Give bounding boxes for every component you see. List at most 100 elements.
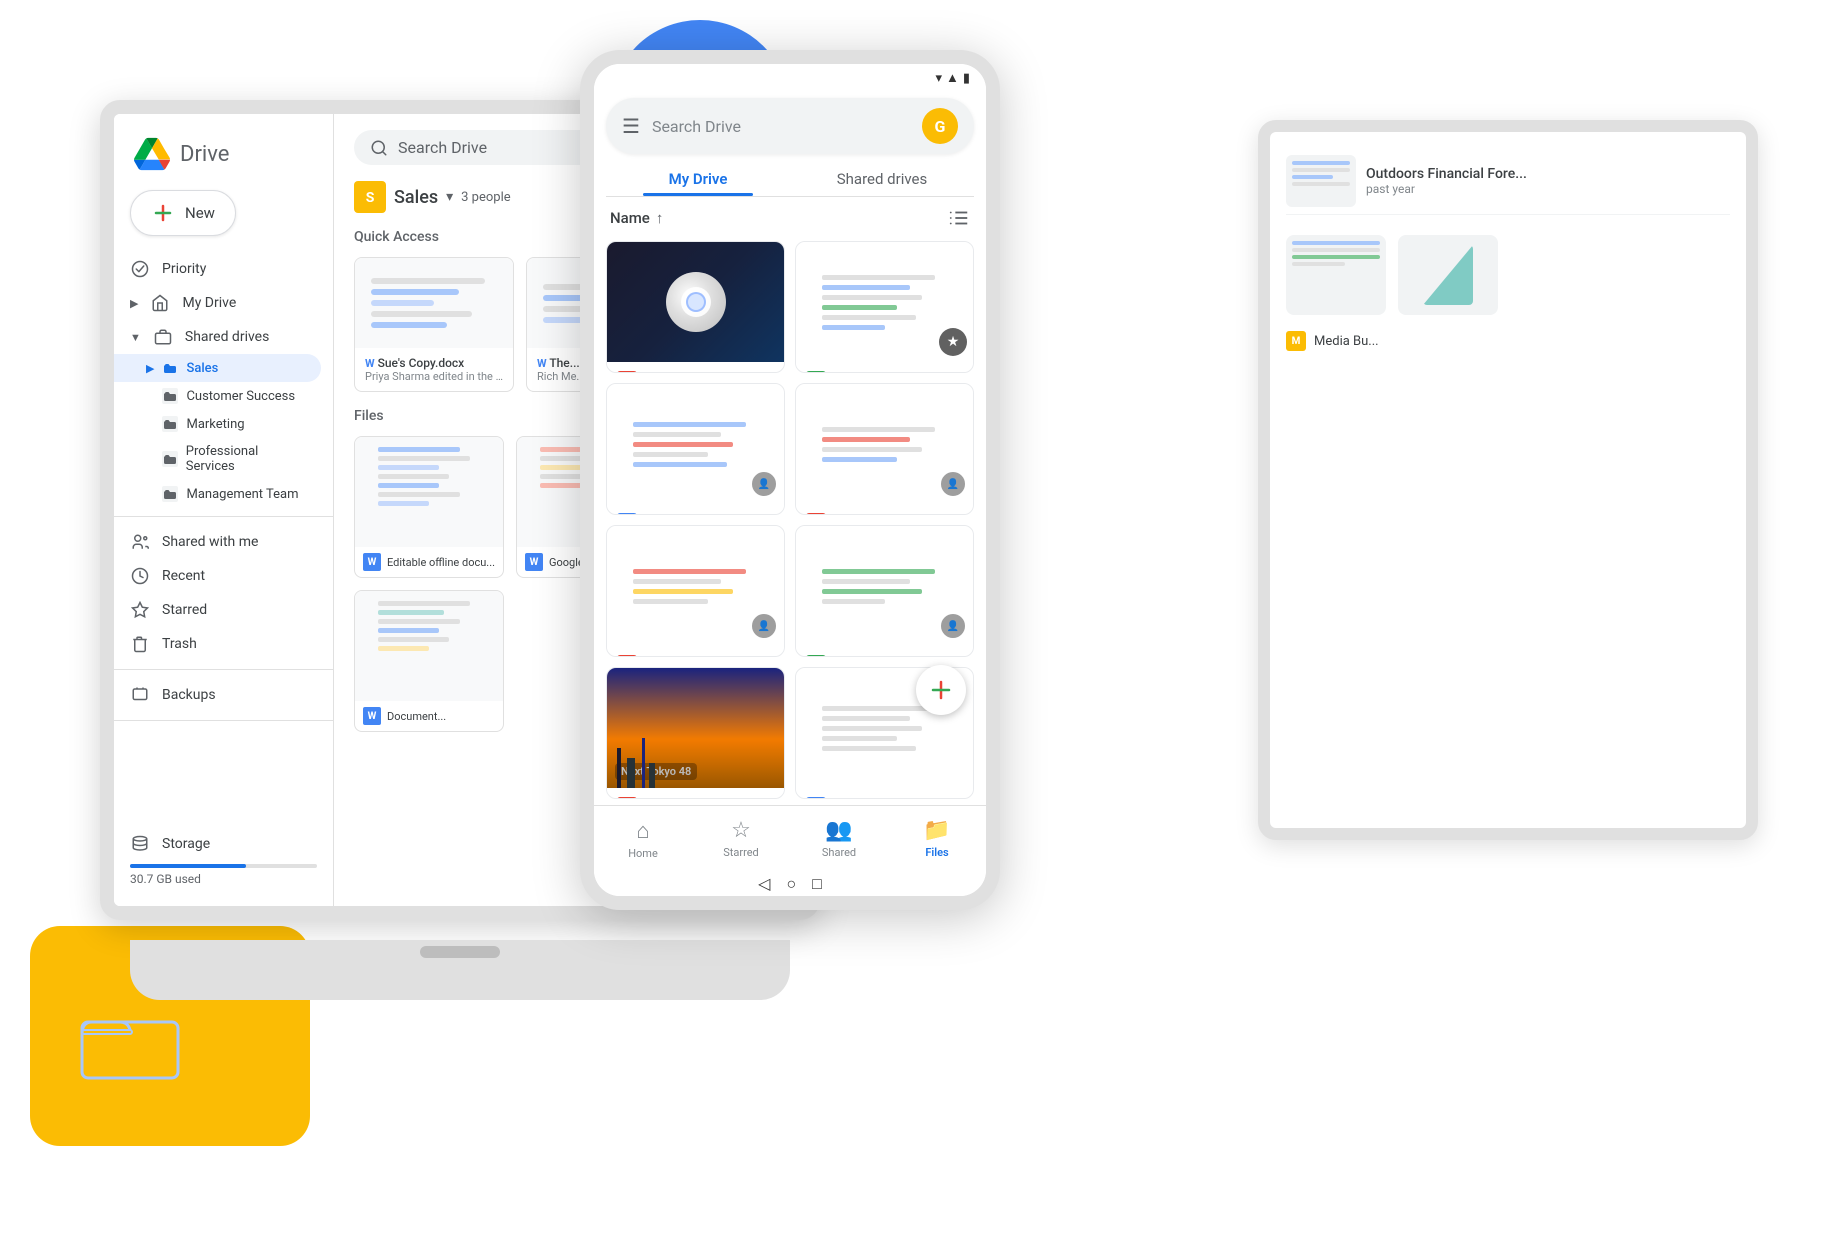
ppt-file-icon: P bbox=[617, 655, 637, 658]
nav-home[interactable]: ⌂ Home bbox=[594, 814, 692, 864]
shared-with-me-icon bbox=[130, 532, 150, 552]
sales-folder-icon bbox=[162, 360, 178, 376]
task-file-icon: W bbox=[617, 513, 637, 516]
mydoc-avatar-badge: 👤 bbox=[750, 612, 778, 640]
priority-icon bbox=[130, 259, 150, 279]
right-panel: Outdoors Financial Fore... past year bbox=[1258, 120, 1758, 840]
phone-file-card-astronaut[interactable]: ▶ astronaut.jpg ⋮ bbox=[606, 241, 785, 373]
hamburger-icon[interactable]: ☰ bbox=[622, 114, 640, 138]
sidebar-item-trash[interactable]: Trash bbox=[114, 627, 321, 661]
trash-label: Trash bbox=[162, 636, 197, 652]
qa-card-1-meta: Priya Sharma edited in the past year bbox=[365, 370, 503, 383]
rp-info-1: Outdoors Financial Fore... past year bbox=[1366, 166, 1730, 196]
new-button[interactable]: New bbox=[130, 190, 236, 236]
sidebar-item-sales[interactable]: ▶ Sales bbox=[114, 354, 321, 382]
storage-item[interactable]: Storage bbox=[130, 830, 305, 858]
task-more-icon[interactable]: ⋮ bbox=[756, 512, 774, 515]
nav-files[interactable]: 📁 Files bbox=[888, 814, 986, 864]
mydrive-icon bbox=[150, 293, 170, 313]
astronaut-more-icon[interactable]: ⋮ bbox=[756, 370, 774, 373]
major-more-icon[interactable]: ⋮ bbox=[945, 512, 963, 515]
image-file-icon: ▶ bbox=[617, 371, 637, 374]
file-icon-doc-3: W bbox=[363, 707, 381, 725]
back-button[interactable]: ◁ bbox=[758, 874, 770, 894]
mydoc-more-icon[interactable]: ⋮ bbox=[756, 654, 774, 657]
files-nav-icon: 📁 bbox=[923, 818, 950, 843]
fab-button[interactable] bbox=[916, 665, 966, 715]
rp-media-bu-row: M Media Bu... bbox=[1286, 331, 1730, 351]
phone-bottom-nav: ⌂ Home ☆ Starred 👥 Shared 📁 Files bbox=[594, 805, 986, 868]
sidebar-item-management-team[interactable]: ▶ Management Team bbox=[114, 480, 321, 508]
storage-icon bbox=[130, 834, 150, 854]
backups-label: Backups bbox=[162, 687, 216, 703]
file-name-1: Editable offline docu... bbox=[387, 556, 495, 569]
shared-drives-label: Shared drives bbox=[185, 329, 269, 345]
tab-shared-drives[interactable]: Shared drives bbox=[790, 160, 974, 196]
rp-card-2[interactable] bbox=[1398, 235, 1498, 315]
name-bar: Name ↑ bbox=[594, 197, 986, 235]
nav-shared[interactable]: 👥 Shared bbox=[790, 814, 888, 864]
tokyo-file-icon: ▶ bbox=[617, 797, 637, 800]
sidebar: Drive New Priority ▶ bbox=[114, 114, 334, 906]
media-bu-icon: M bbox=[1286, 331, 1306, 351]
qa-card-1[interactable]: W Sue's Copy.docx Priya Sharma edited in… bbox=[354, 257, 514, 392]
gantt-card-info: + Gantt chart ⋮ bbox=[796, 362, 973, 373]
sidebar-item-professional-services[interactable]: ▶ Professional Services bbox=[114, 438, 321, 480]
sidebar-item-marketing[interactable]: ▶ Marketing bbox=[114, 410, 321, 438]
customer-success-folder-icon bbox=[162, 388, 178, 404]
tokyo-thumb: Next Tokyo 48 bbox=[607, 668, 784, 788]
gantt-more-icon[interactable]: ⋮ bbox=[945, 370, 963, 373]
sidebar-item-shared-with-me[interactable]: Shared with me bbox=[114, 525, 321, 559]
file-card-1[interactable]: W Editable offline docu... bbox=[354, 436, 504, 578]
task-card-info: W Task details ⋮ bbox=[607, 504, 784, 515]
gantt-file-icon: + bbox=[806, 371, 826, 374]
name-sort[interactable]: Name ↑ bbox=[610, 209, 663, 227]
new-plus-icon bbox=[151, 201, 175, 225]
sidebar-item-starred[interactable]: Starred bbox=[114, 593, 321, 627]
phone-search-input[interactable]: Search Drive bbox=[652, 117, 910, 136]
sidebar-item-mydrive[interactable]: ▶ My Drive bbox=[114, 286, 321, 320]
sidebar-item-priority[interactable]: Priority bbox=[114, 252, 321, 286]
rp-card-1[interactable] bbox=[1286, 235, 1386, 315]
marketing-label: Marketing bbox=[186, 417, 244, 432]
shared-with-me-label: Shared with me bbox=[162, 534, 258, 550]
rp-file-item-1[interactable]: Outdoors Financial Fore... past year bbox=[1286, 148, 1730, 215]
nav-starred[interactable]: ☆ Starred bbox=[692, 814, 790, 864]
phone-search-bar[interactable]: ☰ Search Drive G bbox=[606, 98, 974, 154]
files-nav-label: Files bbox=[925, 846, 948, 859]
file-card-1-preview bbox=[355, 437, 503, 547]
sidebar-item-customer-success[interactable]: ▶ Customer Success bbox=[114, 382, 321, 410]
phone-file-card-gantt[interactable]: ★ + Gantt chart bbox=[795, 241, 974, 373]
shared-drives-expand-icon: ▼ bbox=[130, 331, 141, 344]
astronaut-card-info: ▶ astronaut.jpg ⋮ bbox=[607, 362, 784, 373]
gantt-thumb: ★ bbox=[796, 242, 973, 362]
gantt-star-badge: ★ bbox=[939, 328, 967, 356]
list-view-icon[interactable] bbox=[948, 207, 970, 229]
phone-file-card-worklist[interactable]: 👤 X Work List_01 ⋮ bbox=[795, 525, 974, 657]
signal-icon: ▲ bbox=[946, 70, 959, 86]
worklist-more-icon[interactable]: ⋮ bbox=[945, 654, 963, 657]
recents-button[interactable]: □ bbox=[812, 874, 822, 894]
plain-more-icon[interactable]: ⋮ bbox=[945, 796, 963, 799]
sidebar-item-backups[interactable]: Backups bbox=[114, 678, 321, 712]
sidebar-item-shared-drives[interactable]: ▼ Shared drives bbox=[114, 320, 321, 354]
tab-shared-drives-label: Shared drives bbox=[837, 170, 927, 188]
worklist-card-info: X Work List_01 ⋮ bbox=[796, 646, 973, 657]
tab-my-drive[interactable]: My Drive bbox=[606, 160, 790, 196]
sales-drive-avatar: S bbox=[354, 181, 386, 213]
drive-logo-text: Drive bbox=[180, 142, 229, 167]
sort-arrow-icon: ↑ bbox=[656, 209, 664, 227]
phone-file-card-task[interactable]: 👤 W Task details bbox=[606, 383, 785, 515]
phone-file-card-major[interactable]: 👤 PDF Major opportu... ⋮ bbox=[795, 383, 974, 515]
rp-cards-section: M Media Bu... bbox=[1286, 235, 1730, 351]
phone-file-card-tokyo[interactable]: Next Tokyo 48 ▶ Next Tokyo 48 ⋮ bbox=[606, 667, 785, 799]
tokyo-more-icon[interactable]: ⋮ bbox=[756, 796, 774, 799]
phone-file-card-mydoc[interactable]: 👤 P My Document ⋮ bbox=[606, 525, 785, 657]
sidebar-item-recent[interactable]: Recent bbox=[114, 559, 321, 593]
customer-success-label: Customer Success bbox=[186, 389, 295, 404]
management-team-folder-icon bbox=[162, 486, 178, 502]
file-card-3[interactable]: W Document... bbox=[354, 590, 504, 732]
file-card-3-preview bbox=[355, 591, 503, 701]
home-button[interactable]: ○ bbox=[786, 874, 796, 894]
file-name-3: Document... bbox=[387, 710, 495, 723]
